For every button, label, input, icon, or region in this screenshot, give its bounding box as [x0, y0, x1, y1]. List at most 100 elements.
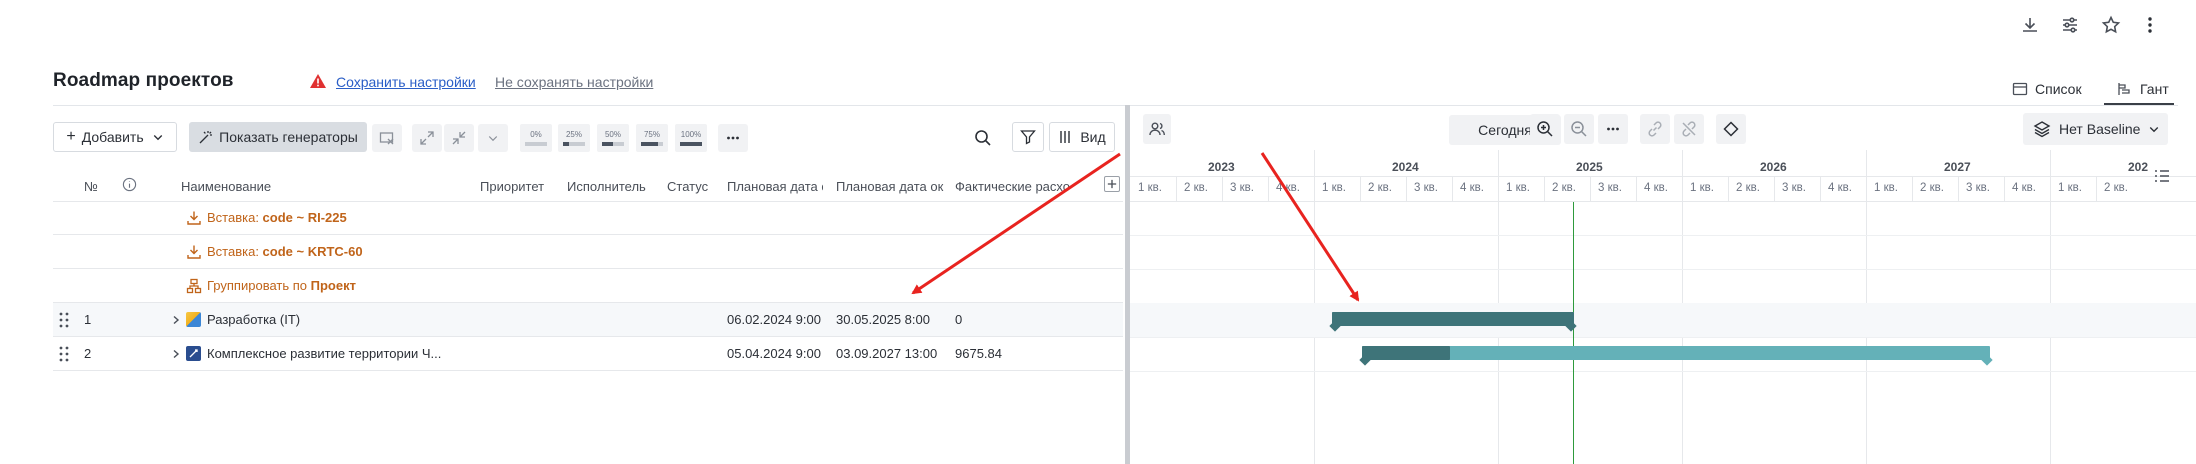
year-label: 2026	[1760, 160, 1787, 174]
drag-handle-icon[interactable]	[58, 311, 70, 329]
search-button[interactable]	[969, 124, 997, 152]
resources-button[interactable]	[1143, 114, 1171, 144]
progress-0-button[interactable]: 0%	[520, 124, 552, 152]
progress-50-button[interactable]: 50%	[597, 124, 629, 152]
link-icon	[1648, 121, 1662, 137]
quarter-gridline	[1590, 176, 1591, 202]
quarter-label: 2 кв.	[1552, 182, 1576, 194]
list-icon	[2012, 82, 2028, 96]
row-plan-end: 03.09.2027 13:00	[836, 346, 938, 361]
gantt-more-button[interactable]	[1598, 114, 1628, 144]
filter-button[interactable]	[1012, 122, 1044, 152]
show-generators-button[interactable]: Показать генераторы	[189, 122, 367, 152]
progress-label: 75%	[643, 129, 660, 139]
quarter-label: 1 кв.	[2058, 182, 2082, 194]
progress-25-button[interactable]: 25%	[558, 124, 590, 152]
collapse-icon	[452, 131, 466, 145]
insert-icon	[187, 211, 201, 225]
collapse-all-button[interactable]	[444, 124, 474, 152]
zoom-in-button[interactable]	[1530, 114, 1560, 144]
project-icon	[186, 346, 201, 361]
table-row[interactable]: 1 Разработка (IT) 06.02.2024 9:00 30.05.…	[53, 303, 1123, 337]
progress-bar	[602, 141, 624, 146]
milestone-button[interactable]	[1716, 114, 1746, 144]
chevron-down-icon	[2150, 127, 2159, 133]
progress-100-button[interactable]: 100%	[675, 124, 707, 152]
progress-75-button[interactable]: 75%	[636, 124, 668, 152]
quarter-label: 4 кв.	[1644, 182, 1668, 194]
quarter-label: 4 кв.	[1276, 182, 1300, 194]
add-column-button[interactable]	[1104, 176, 1120, 192]
generator-row[interactable]: Вставка: code ~ KRTC-60	[53, 235, 1123, 269]
gantt-icon	[2118, 83, 2130, 95]
quarter-gridline	[1222, 176, 1223, 202]
row-name: Разработка (IT)	[207, 312, 301, 327]
plus-icon: +	[66, 128, 76, 145]
list-toggle-icon[interactable]	[2152, 166, 2172, 186]
col-priority[interactable]: Приоритет	[480, 179, 560, 194]
gantt-task-progress	[1331, 312, 1575, 326]
quarter-label: 2 кв.	[1736, 182, 1760, 194]
baseline-dropdown[interactable]: Нет Baseline	[2023, 113, 2168, 145]
row-actual-cost: 0	[955, 312, 963, 327]
chevron-right-icon[interactable]	[172, 315, 180, 325]
page-title: Roadmap проектов	[53, 70, 234, 91]
dont-save-settings-link[interactable]: Не сохранять настройки	[495, 74, 653, 90]
col-name[interactable]: Наименование	[181, 179, 331, 194]
gantt-chart[interactable]: 1 кв. 2 кв. 3 кв. 4 кв. 1 кв. 2 кв. 3 кв. 4 кв.…	[1130, 150, 2196, 464]
gantt-view-tab[interactable]: Гант	[2117, 76, 2169, 102]
expand-all-button[interactable]	[412, 124, 442, 152]
col-status[interactable]: Статус	[667, 179, 723, 194]
generator-label: Вставка: code ~ KRTC-60	[207, 244, 363, 259]
view-settings-button[interactable]: Вид	[1049, 122, 1115, 152]
drag-handle-icon[interactable]	[58, 345, 70, 363]
row-number: 2	[84, 346, 92, 361]
quarter-gridline	[1360, 176, 1361, 202]
gantt-row-divider	[1130, 269, 2196, 270]
header-divider	[53, 105, 2178, 106]
generator-label: Группировать по Проект	[207, 278, 356, 293]
chevron-right-icon[interactable]	[172, 349, 180, 359]
table-row[interactable]: 2 Комплексное развитие территории Ч... 0…	[53, 337, 1123, 371]
today-line	[1572, 202, 1575, 464]
more-button[interactable]	[718, 124, 748, 152]
add-button-label: Добавить	[81, 129, 144, 145]
more-vertical-icon[interactable]	[2137, 12, 2163, 38]
gantt-header-divider	[1130, 176, 2196, 177]
list-view-tab[interactable]: Список	[2012, 76, 2082, 102]
quarter-label: 3 кв.	[1966, 182, 1990, 194]
star-icon[interactable]	[2098, 12, 2124, 38]
more-horizontal-icon	[1607, 127, 1619, 131]
link-button[interactable]	[1640, 114, 1670, 144]
sliders-icon[interactable]	[2057, 12, 2083, 38]
gantt-row-divider	[1130, 235, 2196, 236]
view-label: Вид	[1080, 129, 1106, 145]
col-number[interactable]: №	[84, 179, 98, 194]
zoom-in-icon	[1537, 121, 1553, 137]
zoom-out-button[interactable]	[1564, 114, 1594, 144]
group-icon	[186, 278, 202, 294]
quarter-label: 3 кв.	[1598, 182, 1622, 194]
quarter-label: 1 кв.	[1690, 182, 1714, 194]
chevron-down-icon	[153, 135, 162, 141]
col-actual-cost[interactable]: Фактические расхо	[955, 179, 1077, 194]
row-plan-start: 06.02.2024 9:00	[727, 312, 821, 327]
save-settings-link[interactable]: Сохранить настройки	[336, 74, 476, 90]
quarter-gridline	[1636, 176, 1637, 202]
gantt-task-bar	[1362, 346, 1990, 360]
info-icon[interactable]	[122, 177, 137, 192]
quarter-label: 1 кв.	[1138, 182, 1162, 194]
col-assignee[interactable]: Исполнитель	[567, 179, 657, 194]
download-icon[interactable]	[2017, 12, 2043, 38]
col-plan-end[interactable]: Плановая дата ок	[836, 179, 946, 194]
row-name: Комплексное развитие территории Ч...	[207, 346, 442, 361]
unlink-button[interactable]	[1674, 114, 1704, 144]
filter-icon	[1020, 130, 1036, 145]
expand-level-dropdown[interactable]	[478, 124, 508, 152]
generator-row[interactable]: Группировать по Проект	[53, 269, 1123, 303]
col-plan-start[interactable]: Плановая дата с	[727, 179, 823, 194]
clear-generators-button[interactable]	[372, 124, 402, 152]
quarter-gridline	[1774, 176, 1775, 202]
generator-row[interactable]: Вставка: code ~ RI-225	[53, 201, 1123, 235]
add-button[interactable]: + Добавить	[53, 122, 177, 152]
